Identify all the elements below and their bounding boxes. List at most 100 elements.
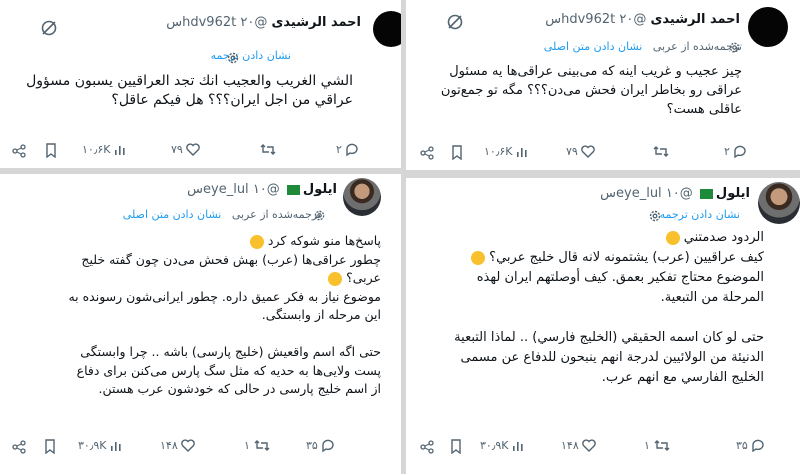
show-translation-link[interactable]: نشان دادن ترجمه — [211, 49, 291, 62]
tweet-line: الردود صدمتني — [414, 228, 764, 248]
flag-icon — [286, 184, 300, 195]
repost-button[interactable] — [259, 143, 277, 156]
tweet-line: عاقلی هست؟ — [666, 102, 742, 117]
bookmark-icon[interactable] — [44, 439, 56, 454]
action-bar: ۳۰٫۹K ۱۴۸ ۱ ۳۵ — [406, 436, 800, 458]
tweet-line: المرحلة من التبعية. — [660, 290, 764, 305]
tweet-bottom-left: ایلول @eye_lul ۱۰س ترجمه‌شده از عربی نشا… — [0, 174, 401, 474]
repost-button[interactable]: ۱ — [244, 439, 271, 452]
translate-row: ترجمه‌شده از عربی نشان دادن متن اصلی — [123, 208, 321, 221]
share-icon[interactable] — [420, 146, 434, 160]
heart-icon — [186, 143, 200, 156]
repost-button[interactable] — [652, 145, 670, 158]
reply-button[interactable]: ۳۵ — [306, 439, 335, 452]
repost-button[interactable]: ۱ — [644, 439, 671, 452]
action-bar: ۳۰٫۹K ۱۴۸ ۱ ۳۵ — [0, 436, 401, 458]
like-button[interactable]: ۷۹ — [566, 145, 595, 158]
tweet-line: از اسم خلیج پارسی در حالی که خودشون عرب … — [98, 381, 381, 396]
tweet-header: احمد الرشیدی @hdv962t ۲۰س — [545, 12, 740, 27]
reply-button[interactable]: ۳۵ — [736, 439, 765, 452]
tweet-line — [11, 325, 381, 344]
author-name[interactable]: ایلول — [716, 186, 750, 201]
gear-icon[interactable] — [313, 209, 326, 222]
repost-icon — [260, 144, 276, 155]
views-icon — [110, 441, 121, 451]
tweet-header: ایلول @eye_lul ۱۰س — [600, 186, 750, 201]
tweet-text: پاسخ‌ها منو شوکه کرد چطور عراقی‌ها (عرب)… — [11, 232, 381, 399]
thinking-emoji-icon — [665, 230, 680, 245]
tweet-text: الردود صدمتني كيف عراقيين (عرب) يشتمونه … — [414, 228, 764, 388]
tweet-line: موضوع نیاز به فکر عمیق داره. چطور ایرانی… — [68, 288, 381, 304]
views-icon — [512, 441, 523, 451]
tweet-line: الشي الغريب والعجيب انك تجد العراقيين يس… — [26, 73, 353, 89]
gear-icon[interactable] — [226, 51, 240, 65]
like-button[interactable]: ۱۴۸ — [561, 439, 596, 452]
views-icon — [516, 147, 527, 157]
share-icon[interactable] — [12, 440, 26, 454]
repost-icon — [653, 146, 669, 157]
author-handle[interactable]: @eye_lul — [203, 182, 280, 197]
tweet-text: چیز عجیب و غریب اینه که می‌بینی عراقی‌ها… — [422, 62, 742, 119]
show-translation-link[interactable]: نشان دادن ترجمه — [660, 208, 740, 221]
share-icon[interactable] — [420, 440, 434, 454]
avatar[interactable] — [373, 11, 401, 47]
tweet-line — [414, 308, 764, 328]
views-count[interactable]: ۳۰٫۹K — [480, 439, 524, 452]
avatar[interactable] — [343, 178, 381, 216]
tweet-line: الموضوع محتاج تفكير بعمق. كيف أوصلتهم اي… — [476, 270, 764, 285]
views-count[interactable]: ۱۰٫۶K — [484, 145, 528, 158]
avatar[interactable] — [748, 7, 788, 47]
tweet-line: عراقی رو بخاطر ایران فحش می‌دن؟؟؟ مگه تو… — [440, 83, 742, 98]
tweet-header: احمد الرشیدی @hdv962t ۲۰س — [166, 15, 361, 30]
author-name[interactable]: احمد الرشیدی — [650, 12, 740, 27]
repost-icon — [254, 440, 270, 451]
gear-icon[interactable] — [648, 209, 662, 223]
views-count[interactable]: ۱۰٫۶K — [82, 143, 126, 156]
tweet-top-right: احمد الرشیدی @hdv962t ۲۰س ترجمه‌شده از ع… — [406, 0, 800, 170]
views-icon — [114, 145, 125, 155]
reply-icon — [734, 145, 746, 158]
views-count[interactable]: ۳۰٫۹K — [78, 439, 122, 452]
tweet-line: الدنيئة من الولائيين لدرجة انهم ينبحون ل… — [460, 350, 764, 365]
thinking-emoji-icon — [328, 271, 343, 286]
bookmark-icon[interactable] — [45, 143, 57, 158]
share-icon[interactable] — [12, 144, 26, 158]
translate-row: نشان دادن ترجمه — [660, 208, 740, 221]
grok-icon[interactable] — [446, 13, 464, 31]
reply-icon — [752, 439, 764, 452]
author-name[interactable]: احمد الرشیدی — [271, 15, 361, 30]
gear-icon[interactable] — [728, 41, 741, 54]
tweet-line: چیز عجیب و غریب اینه که می‌بینی عراقی‌ها… — [449, 64, 742, 79]
thinking-emoji-icon — [471, 250, 486, 265]
reply-icon — [346, 143, 358, 156]
tweet-bottom-right: ایلول @eye_lul ۱۰س نشان دادن ترجمه الردو… — [406, 178, 800, 474]
action-bar: ۱۰٫۶K ۷۹ ۲ — [0, 140, 401, 162]
reply-button[interactable]: ۲ — [336, 143, 359, 156]
tweet-line: كيف عراقيين (عرب) يشتمونه لانه قال خليج … — [414, 248, 764, 268]
tweet-text: الشي الغريب والعجيب انك تجد العراقيين يس… — [13, 72, 353, 110]
show-original-link[interactable]: نشان دادن متن اصلی — [123, 208, 222, 221]
flag-icon — [699, 188, 713, 199]
tweet-line: پاسخ‌ها منو شوکه کرد — [11, 232, 381, 251]
reply-button[interactable]: ۲ — [724, 145, 747, 158]
tweet-line: عربی؟ — [11, 269, 381, 288]
author-handle[interactable]: @eye_lul — [616, 186, 693, 201]
heart-icon — [581, 439, 596, 452]
heart-icon — [581, 145, 595, 158]
tweet-line: چطور عراقی‌ها (عرب) بهش فحش می‌دن چون گف… — [81, 251, 381, 267]
author-handle[interactable]: @hdv962t — [561, 12, 646, 27]
like-button[interactable]: ۱۴۸ — [160, 439, 195, 452]
tweet-header: ایلول @eye_lul ۱۰س — [187, 182, 337, 197]
avatar[interactable] — [758, 182, 800, 224]
author-handle[interactable]: @hdv962t — [182, 15, 267, 30]
panel-divider-right — [406, 170, 800, 178]
author-name[interactable]: ایلول — [303, 182, 337, 197]
bookmark-icon[interactable] — [450, 439, 462, 454]
repost-icon — [654, 440, 670, 451]
show-original-link[interactable]: نشان دادن متن اصلی — [544, 40, 643, 53]
grok-icon[interactable] — [40, 19, 58, 37]
translate-row: ترجمه‌شده از عربی نشان دادن متن اصلی — [544, 40, 742, 53]
action-bar: ۱۰٫۶K ۷۹ ۲ — [406, 142, 800, 164]
like-button[interactable]: ۷۹ — [171, 143, 200, 156]
bookmark-icon[interactable] — [451, 145, 463, 160]
